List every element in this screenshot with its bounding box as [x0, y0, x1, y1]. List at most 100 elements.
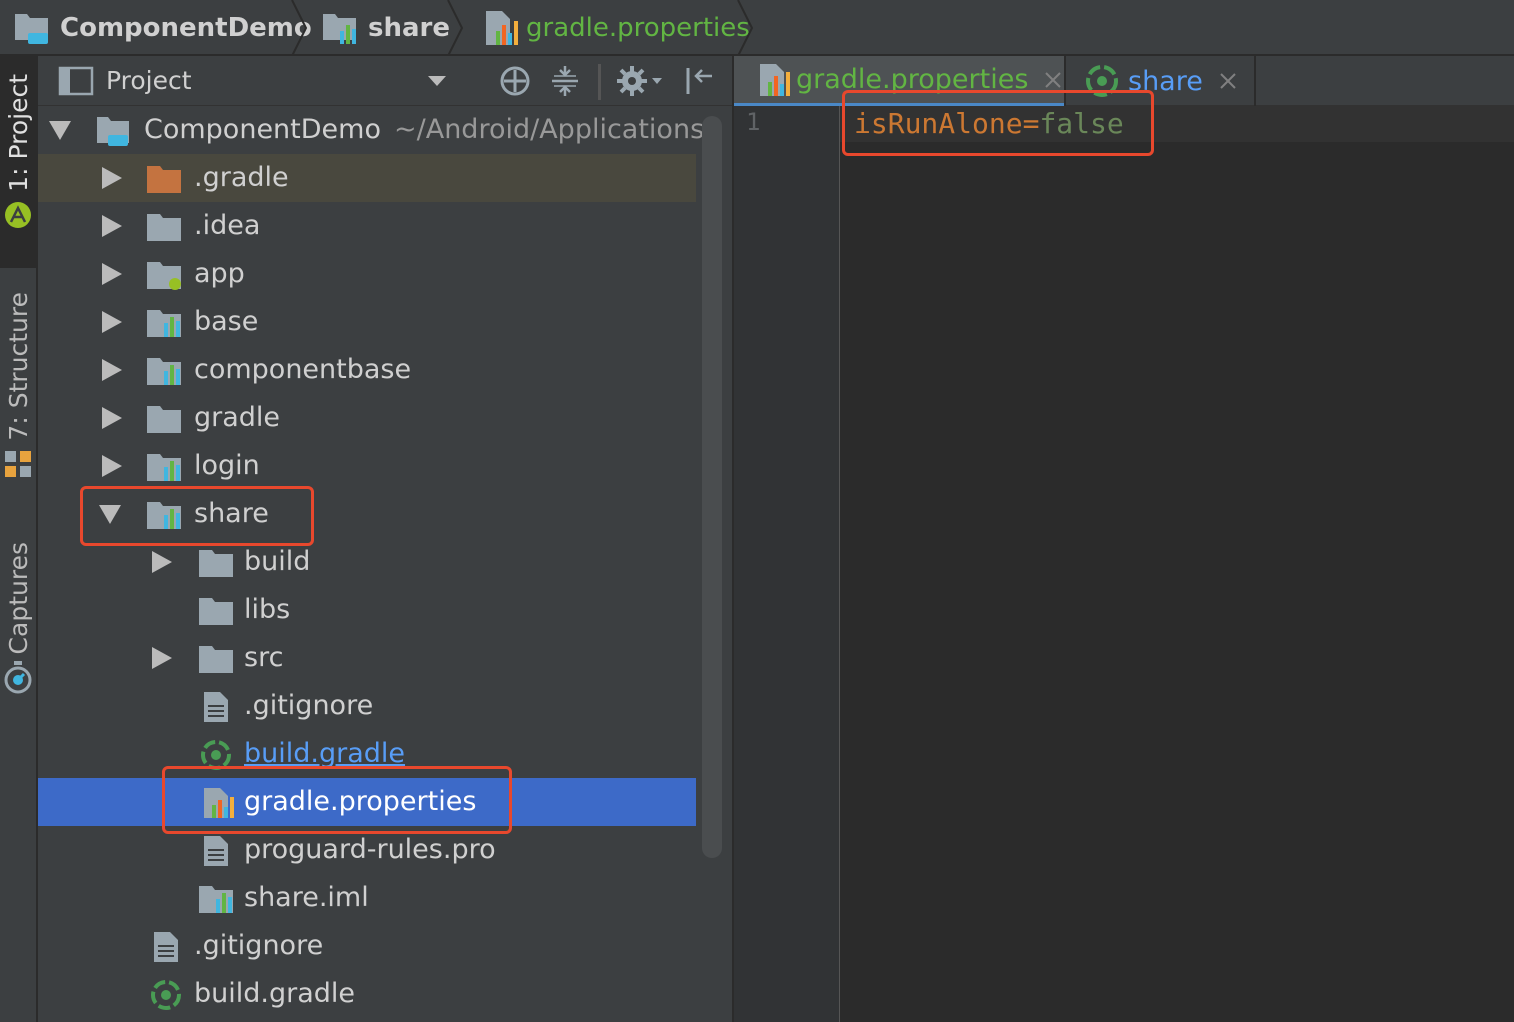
module-icon [199, 886, 233, 913]
highlight-box-gradle-properties [162, 766, 512, 834]
module-icon [147, 454, 181, 481]
tree-item-label: .gitignore [244, 690, 374, 721]
folder-icon [147, 166, 181, 193]
breadcrumb-project-label: ComponentDemo [60, 13, 312, 43]
tree-item-label: build.gradle [194, 978, 356, 1009]
tab-project[interactable]: 1: Project [0, 56, 36, 268]
properties-file-icon [760, 63, 790, 96]
close-icon[interactable] [1219, 72, 1237, 90]
collapsed-arrow-icon[interactable] [100, 358, 124, 382]
breadcrumb-separator [737, 0, 754, 56]
tree-item-gradle[interactable]: gradle [38, 394, 696, 442]
folder-icon [199, 550, 233, 577]
tree-item-label: build [244, 546, 311, 577]
collapsed-arrow-icon[interactable] [100, 406, 124, 430]
tree-item-label: src [244, 642, 284, 673]
tree-item-label: build.gradle [244, 738, 406, 769]
project-view-icon [58, 66, 94, 96]
tab-project-label: 1: Project [3, 74, 33, 192]
line-number-gutter: 1 [734, 106, 840, 1022]
view-selector-label[interactable]: Project [106, 66, 192, 95]
tree-item-root-gitignore[interactable]: .gitignore [38, 922, 696, 970]
tree-item-label: gradle [194, 402, 281, 433]
module-icon [323, 14, 356, 44]
properties-file-icon [486, 11, 518, 45]
tree-item-label: libs [244, 594, 291, 625]
android-module-icon [147, 262, 181, 290]
text-file-icon [204, 836, 228, 866]
close-icon[interactable] [1044, 71, 1062, 89]
module-icon [147, 358, 181, 385]
tool-window-strip: 1: Project 7: Structure Captures [0, 56, 38, 1022]
text-file-icon [154, 932, 178, 962]
tree-item-label: share.iml [244, 882, 369, 913]
tree-root[interactable]: ComponentDemo ~/Android/Applications [38, 106, 704, 154]
collapsed-arrow-icon[interactable] [150, 550, 174, 574]
header-divider [598, 64, 601, 100]
collapsed-arrow-icon[interactable] [100, 214, 124, 238]
highlight-box-share [80, 486, 314, 546]
module-icon [147, 310, 181, 337]
folder-icon [199, 646, 233, 673]
tree-item-label: app [194, 258, 245, 289]
gear-icon[interactable] [616, 64, 666, 98]
hide-icon[interactable] [682, 64, 716, 98]
breadcrumb-module-label: share [368, 13, 450, 43]
folder-icon [147, 406, 181, 433]
breadcrumb-project[interactable]: ComponentDemo [14, 0, 312, 56]
tab-divider [1254, 56, 1256, 106]
tab-captures-label: Captures [3, 542, 33, 655]
tree-item-share-gitignore[interactable]: .gitignore [38, 682, 696, 730]
collapsed-arrow-icon[interactable] [150, 646, 174, 670]
breadcrumb-separator [291, 0, 308, 56]
tree-item-componentbase[interactable]: componentbase [38, 346, 696, 394]
tree-item-label: .gradle [194, 162, 289, 193]
tree-item-base[interactable]: base [38, 298, 696, 346]
breadcrumb-module[interactable]: share [322, 0, 450, 56]
gradle-icon [151, 980, 181, 1010]
editor: gradle.properties share 1 isRunAlone=fal… [734, 56, 1514, 1022]
collapse-icon[interactable] [548, 64, 582, 98]
text-file-icon [204, 692, 228, 722]
tree-item-label: login [194, 450, 260, 481]
breadcrumb-file-label: gradle.properties [526, 13, 750, 43]
line-number: 1 [746, 108, 761, 136]
collapsed-arrow-icon[interactable] [100, 454, 124, 478]
tree-item-src[interactable]: src [38, 634, 696, 682]
collapsed-arrow-icon[interactable] [100, 262, 124, 286]
folder-icon [199, 598, 233, 625]
android-icon [5, 201, 31, 228]
tree-item-libs[interactable]: libs [38, 586, 696, 634]
folder-icon [147, 214, 181, 241]
tree-item-share-iml[interactable]: share.iml [38, 874, 696, 922]
collapsed-arrow-icon[interactable] [100, 166, 124, 190]
chevron-down-icon[interactable] [426, 74, 448, 88]
tab-structure-label: 7: Structure [3, 292, 33, 441]
tree-item-app[interactable]: app [38, 250, 696, 298]
tree-item-root-build-gradle[interactable]: build.gradle [38, 970, 696, 1018]
tree-scrollbar[interactable] [702, 116, 722, 858]
project-tool-window: Project ComponentDemo ~/Android/Applicat… [38, 56, 732, 1022]
tree-item-label: base [194, 306, 259, 337]
tab-captures[interactable]: Captures [0, 542, 36, 712]
root-path: ~/Android/Applications [394, 114, 705, 145]
captures-icon [4, 661, 32, 694]
tree-item-label: .gitignore [194, 930, 324, 961]
breadcrumb-file[interactable]: gradle.properties [482, 0, 750, 56]
project-module-icon [15, 14, 48, 44]
breadcrumb-separator [447, 0, 464, 56]
project-panel-header: Project [38, 56, 732, 106]
tree-item-idea[interactable]: .idea [38, 202, 696, 250]
navigation-bar: ComponentDemo share gradle.properties [0, 0, 1514, 56]
project-module-icon [97, 117, 129, 146]
collapsed-arrow-icon[interactable] [100, 310, 124, 334]
highlight-box-code [842, 90, 1154, 156]
tree-item-login[interactable]: login [38, 442, 696, 490]
tab-structure[interactable]: 7: Structure [0, 292, 36, 494]
structure-icon [5, 450, 31, 477]
tree-item-gradle-cache[interactable]: .gradle [38, 154, 696, 202]
locate-icon[interactable] [498, 64, 532, 98]
tree-item-label: componentbase [194, 354, 412, 385]
tree-item-label: .idea [194, 210, 261, 241]
expanded-arrow-icon[interactable] [48, 118, 72, 142]
